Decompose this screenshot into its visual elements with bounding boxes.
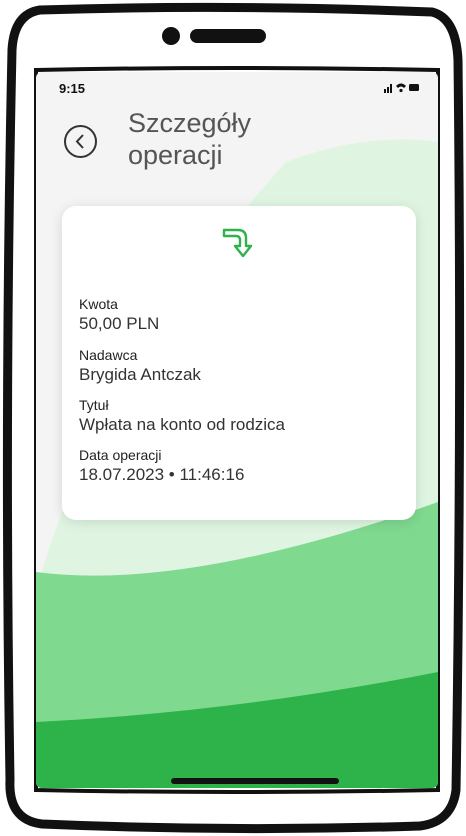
camera-dot xyxy=(162,27,180,45)
speaker-slot xyxy=(190,29,266,43)
title-line-2: operacji xyxy=(128,140,223,170)
incoming-transfer-arrow-icon xyxy=(222,228,253,258)
back-button[interactable] xyxy=(64,125,97,158)
sender-value: Brygida Antczak xyxy=(79,365,201,384)
home-indicator[interactable] xyxy=(171,778,339,784)
transfer-title-label: Tytuł xyxy=(79,397,109,413)
amount-field: Kwota 50,00 PLN xyxy=(79,295,159,335)
page-title: Szczegóły operacji xyxy=(128,107,251,171)
chevron-left-icon xyxy=(75,134,84,149)
amount-value: 50,00 PLN xyxy=(79,314,160,333)
sender-field: Nadawca Brygida Antczak xyxy=(79,346,201,386)
transaction-details-card: Kwota 50,00 PLN Nadawca Brygida Antczak … xyxy=(62,206,416,520)
transfer-title-value: Wpłata na konto od rodzica xyxy=(79,415,286,434)
status-bar: 9:15 xyxy=(36,72,438,102)
amount-label: Kwota xyxy=(79,296,118,312)
date-field: Data operacji 18.07.2023 • 11:46:16 xyxy=(79,446,244,486)
date-value: 18.07.2023 • 11:46:16 xyxy=(79,465,245,484)
title-field: Tytuł Wpłata na konto od rodzica xyxy=(79,396,285,436)
status-time: 9:15 xyxy=(59,81,86,96)
date-label: Data operacji xyxy=(79,447,162,463)
sender-label: Nadawca xyxy=(79,347,138,363)
title-line-1: Szczegóły xyxy=(128,108,252,138)
signal-wifi-battery-icon xyxy=(384,83,419,93)
app-screen: 9:15 Szczegóły operacji Kwota 50,00 PLN … xyxy=(36,72,438,788)
